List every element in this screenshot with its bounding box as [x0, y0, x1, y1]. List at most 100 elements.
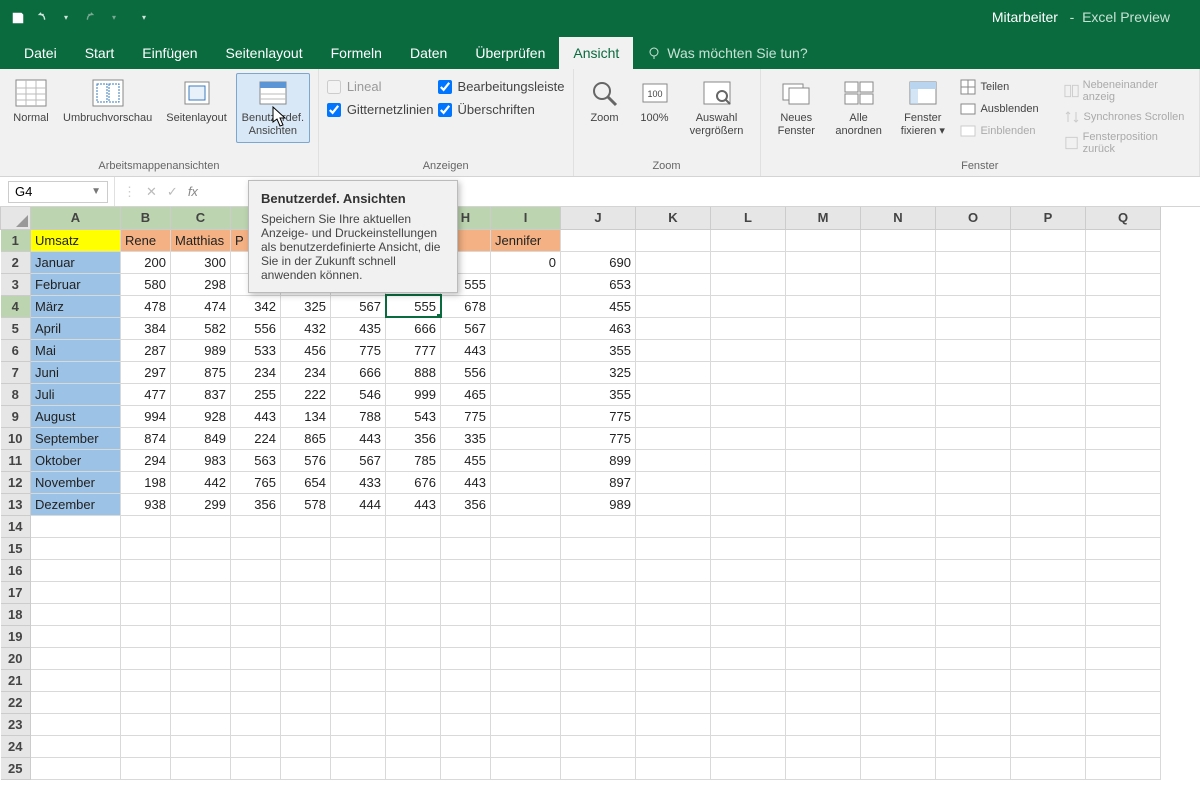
cell[interactable] [936, 339, 1011, 361]
cell[interactable] [386, 537, 441, 559]
cell[interactable]: August [31, 405, 121, 427]
cell[interactable]: 567 [441, 317, 491, 339]
cell[interactable] [786, 515, 861, 537]
undo-dropdown-icon[interactable]: ▾ [58, 10, 74, 26]
cell[interactable] [1011, 625, 1086, 647]
cell[interactable] [386, 559, 441, 581]
cell[interactable] [331, 537, 386, 559]
cell[interactable] [711, 735, 786, 757]
cell[interactable] [386, 581, 441, 603]
cell[interactable] [1011, 559, 1086, 581]
cell[interactable] [561, 515, 636, 537]
cell[interactable] [491, 405, 561, 427]
column-header[interactable]: P [1011, 207, 1086, 229]
cell[interactable] [31, 735, 121, 757]
cell[interactable] [1086, 691, 1161, 713]
cell[interactable] [636, 471, 711, 493]
cell[interactable] [711, 713, 786, 735]
cell[interactable] [386, 625, 441, 647]
cell[interactable]: 443 [231, 405, 281, 427]
cell[interactable] [231, 581, 281, 603]
cell[interactable] [561, 229, 636, 251]
cell[interactable] [636, 449, 711, 471]
cell[interactable]: 775 [441, 405, 491, 427]
cell[interactable]: 788 [331, 405, 386, 427]
cell[interactable] [491, 449, 561, 471]
cell[interactable] [1086, 735, 1161, 757]
tab-einfügen[interactable]: Einfügen [128, 37, 211, 69]
cell[interactable] [1011, 537, 1086, 559]
cell[interactable] [386, 691, 441, 713]
cell[interactable]: 335 [441, 427, 491, 449]
cell[interactable] [861, 581, 936, 603]
cell[interactable] [936, 471, 1011, 493]
cell[interactable] [491, 317, 561, 339]
column-header[interactable]: K [636, 207, 711, 229]
cell[interactable] [491, 713, 561, 735]
cell[interactable] [636, 537, 711, 559]
cell[interactable] [1011, 229, 1086, 251]
row-header[interactable]: 4 [1, 295, 31, 317]
cell[interactable] [1086, 427, 1161, 449]
cell[interactable] [121, 735, 171, 757]
cell[interactable]: 567 [331, 449, 386, 471]
cell[interactable]: 582 [171, 317, 231, 339]
cell[interactable] [231, 757, 281, 779]
cell[interactable] [786, 581, 861, 603]
cell[interactable] [636, 339, 711, 361]
row-header[interactable]: 1 [1, 229, 31, 251]
cell[interactable] [231, 603, 281, 625]
cell[interactable] [636, 405, 711, 427]
row-header[interactable]: 25 [1, 757, 31, 779]
cell[interactable]: 765 [231, 471, 281, 493]
cell[interactable] [786, 757, 861, 779]
cell[interactable] [936, 405, 1011, 427]
formulabar-checkbox[interactable]: Bearbeitungsleiste [438, 79, 565, 94]
cell[interactable] [1086, 603, 1161, 625]
cell[interactable] [711, 427, 786, 449]
cell[interactable] [636, 361, 711, 383]
cell[interactable]: 384 [121, 317, 171, 339]
cell[interactable] [636, 669, 711, 691]
tell-me-search[interactable]: Was möchten Sie tun? [633, 37, 821, 69]
cell[interactable]: 234 [281, 361, 331, 383]
cell[interactable] [491, 273, 561, 295]
cell[interactable] [1086, 449, 1161, 471]
cell[interactable]: 578 [281, 493, 331, 515]
gridlines-checkbox[interactable]: Gitternetzlinien [327, 102, 434, 117]
cell[interactable]: 888 [386, 361, 441, 383]
cell[interactable]: März [31, 295, 121, 317]
cell[interactable] [491, 493, 561, 515]
cell[interactable]: 455 [441, 449, 491, 471]
cell[interactable]: 355 [561, 383, 636, 405]
row-header[interactable]: 22 [1, 691, 31, 713]
cell[interactable] [386, 603, 441, 625]
cell[interactable]: 555 [386, 295, 441, 317]
cell[interactable]: 465 [441, 383, 491, 405]
cell[interactable]: 478 [121, 295, 171, 317]
cell[interactable] [1011, 471, 1086, 493]
cell[interactable] [1011, 515, 1086, 537]
cell[interactable] [711, 537, 786, 559]
cell[interactable]: 433 [331, 471, 386, 493]
cell[interactable] [231, 537, 281, 559]
cell[interactable] [331, 559, 386, 581]
cell[interactable]: 356 [441, 493, 491, 515]
cell[interactable] [491, 581, 561, 603]
cell[interactable] [31, 515, 121, 537]
new-window-button[interactable]: Neues Fenster [769, 73, 825, 143]
cell[interactable] [936, 251, 1011, 273]
row-header[interactable]: 18 [1, 603, 31, 625]
cell[interactable] [1011, 603, 1086, 625]
cell[interactable] [386, 757, 441, 779]
cell[interactable] [441, 625, 491, 647]
cell[interactable]: 435 [331, 317, 386, 339]
cell[interactable] [786, 251, 861, 273]
cell[interactable] [441, 669, 491, 691]
fx-icon[interactable]: fx [188, 184, 198, 199]
cell[interactable] [441, 537, 491, 559]
cell[interactable]: 342 [231, 295, 281, 317]
cell[interactable] [861, 449, 936, 471]
cell[interactable] [711, 273, 786, 295]
cell[interactable] [1086, 647, 1161, 669]
